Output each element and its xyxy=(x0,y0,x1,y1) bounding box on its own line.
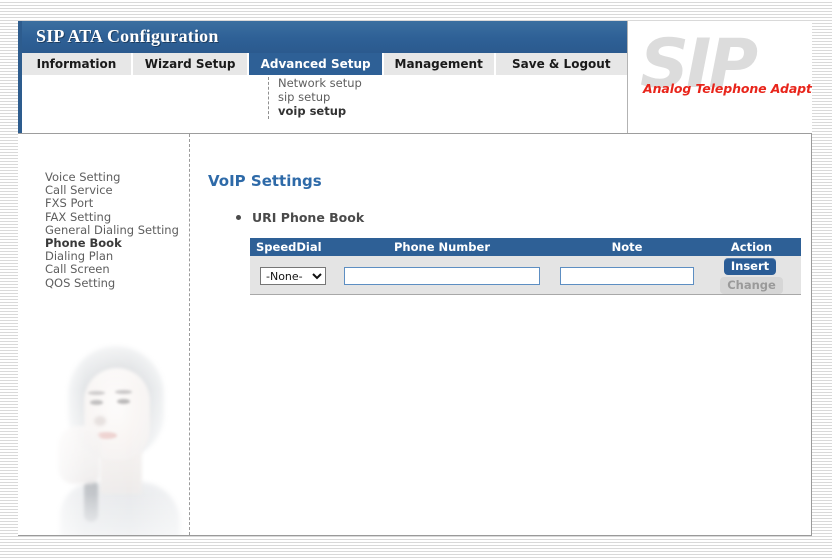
tab-wizard-setup[interactable]: Wizard Setup xyxy=(132,53,248,75)
sidebar: Voice Setting Call Service FXS Port FAX … xyxy=(18,134,190,535)
column-header-action: Action xyxy=(702,238,801,256)
submenu-item-network-setup[interactable]: Network setup xyxy=(278,76,478,91)
sidebar-item-fxs-port[interactable]: FXS Port xyxy=(45,197,190,210)
submenu-item-sip-setup[interactable]: sip setup xyxy=(278,90,478,105)
app-title: SIP ATA Configuration xyxy=(36,26,219,46)
sidebar-item-call-screen[interactable]: Call Screen xyxy=(45,263,190,276)
sidebar-item-fax-setting[interactable]: FAX Setting xyxy=(45,210,190,224)
cell-speeddial: -None- xyxy=(250,256,332,295)
tab-save-and-logout[interactable]: Save & Logout xyxy=(495,53,628,75)
submenu-advanced-setup: Network setup sip setup voip setup xyxy=(268,76,478,119)
column-header-phone-number: Phone Number xyxy=(332,238,552,256)
phone-book-table: SpeedDial Phone Number Note Action -None… xyxy=(250,238,801,295)
sidebar-menu: Voice Setting Call Service FXS Port FAX … xyxy=(45,170,190,290)
tab-advanced-setup[interactable]: Advanced Setup xyxy=(249,53,382,75)
cell-note xyxy=(552,256,702,295)
submenu-item-voip-setup[interactable]: voip setup xyxy=(278,104,478,119)
section-heading: URI Phone Book xyxy=(236,210,364,225)
column-header-speeddial: SpeedDial xyxy=(250,238,332,256)
table-row: -None- Insert Change xyxy=(250,256,801,295)
page-header: SIP ATA Configuration Information Wizard… xyxy=(18,21,812,134)
tab-information[interactable]: Information xyxy=(22,53,131,75)
table-header-row: SpeedDial Phone Number Note Action xyxy=(250,238,801,256)
photo-fade-overlay xyxy=(40,332,190,535)
change-button: Change xyxy=(720,277,783,294)
content-area: VoIP Settings URI Phone Book SpeedDial P… xyxy=(190,134,812,535)
body-area: Voice Setting Call Service FXS Port FAX … xyxy=(18,134,812,535)
operator-photo xyxy=(40,332,190,535)
logo-tagline: Analog Telephone Adapter xyxy=(643,81,812,96)
sidebar-item-qos-setting[interactable]: QOS Setting xyxy=(45,276,190,290)
phone-number-input[interactable] xyxy=(344,267,540,286)
main-tab-bar: Information Wizard Setup Advanced Setup … xyxy=(22,53,628,75)
tab-management[interactable]: Management xyxy=(383,53,494,75)
insert-button[interactable]: Insert xyxy=(723,258,777,275)
bullet-icon xyxy=(236,215,241,220)
column-header-note: Note xyxy=(552,238,702,256)
cell-phone-number xyxy=(332,256,552,295)
note-input[interactable] xyxy=(560,267,694,286)
app-window: SIP ATA Configuration Information Wizard… xyxy=(18,21,812,536)
section-heading-label: URI Phone Book xyxy=(252,210,365,225)
brand-logo: SIP Analog Telephone Adapter xyxy=(627,21,812,133)
title-bar: SIP ATA Configuration xyxy=(22,21,627,53)
page-title: VoIP Settings xyxy=(208,172,322,190)
cell-action: Insert Change xyxy=(702,256,801,295)
speeddial-select[interactable]: -None- xyxy=(260,267,326,286)
